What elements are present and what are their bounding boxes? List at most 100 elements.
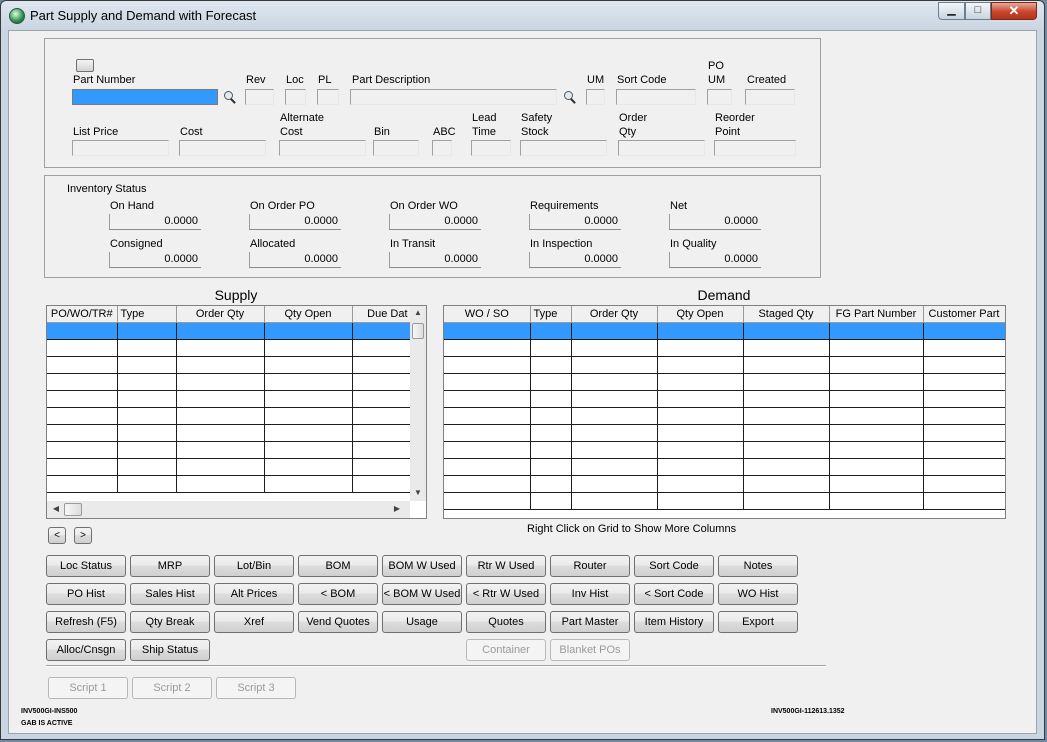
po-hist-button[interactable]: PO Hist bbox=[46, 583, 126, 605]
demand-grid-cell[interactable] bbox=[444, 441, 531, 459]
demand-grid-cell[interactable] bbox=[530, 492, 572, 510]
created-field[interactable] bbox=[745, 89, 795, 105]
supply-col-header[interactable]: Order Qty bbox=[176, 306, 265, 323]
supply-grid-row[interactable] bbox=[47, 390, 412, 408]
scroll-right-icon[interactable]: ▶ bbox=[392, 504, 402, 513]
demand-col-header[interactable]: Qty Open bbox=[657, 306, 744, 323]
demand-grid-cell[interactable] bbox=[657, 322, 744, 340]
po-um-field[interactable] bbox=[707, 89, 732, 105]
supply-horizontal-scrollbar[interactable]: ◀ ▶ bbox=[47, 501, 410, 518]
demand-grid-cell[interactable] bbox=[829, 492, 924, 510]
demand-grid-cell[interactable] bbox=[829, 356, 924, 374]
supply-grid-cell[interactable] bbox=[352, 322, 412, 340]
supply-grid-cell[interactable] bbox=[176, 390, 265, 408]
demand-grid-cell[interactable] bbox=[530, 322, 572, 340]
demand-grid-cell[interactable] bbox=[657, 356, 744, 374]
demand-grid-row[interactable] bbox=[444, 373, 1005, 391]
demand-col-header[interactable]: Order Qty bbox=[571, 306, 658, 323]
supply-grid-cell[interactable] bbox=[352, 390, 412, 408]
supply-grid-cell[interactable] bbox=[264, 441, 353, 459]
list-price-field[interactable] bbox=[72, 140, 169, 156]
bom-w-used-button[interactable]: < BOM W Used bbox=[382, 583, 462, 605]
supply-grid-cell[interactable] bbox=[117, 373, 177, 391]
demand-grid-cell[interactable] bbox=[571, 458, 658, 476]
demand-grid-cell[interactable] bbox=[657, 492, 744, 510]
supply-col-header[interactable]: PO/WO/TR# bbox=[47, 306, 118, 323]
demand-grid-row[interactable] bbox=[444, 390, 1005, 408]
supply-grid[interactable]: PO/WO/TR# Type Order Qty Qty Open Due Da… bbox=[46, 305, 427, 519]
demand-grid-cell[interactable] bbox=[657, 458, 744, 476]
demand-grid-cell[interactable] bbox=[829, 458, 924, 476]
pl-field[interactable] bbox=[317, 89, 339, 105]
supply-grid-cell[interactable] bbox=[117, 339, 177, 357]
supply-grid-cell[interactable] bbox=[264, 390, 353, 408]
minimize-button[interactable]: ▁ bbox=[938, 2, 965, 20]
supply-grid-row[interactable] bbox=[47, 322, 412, 340]
bin-field[interactable] bbox=[373, 140, 419, 156]
supply-grid-row[interactable] bbox=[47, 424, 412, 442]
demand-grid-cell[interactable] bbox=[530, 356, 572, 374]
demand-grid-cell[interactable] bbox=[444, 424, 531, 442]
router-button[interactable]: Router bbox=[550, 555, 630, 577]
demand-grid-cell[interactable] bbox=[571, 356, 658, 374]
demand-grid-cell[interactable] bbox=[444, 373, 531, 391]
sort-code-field[interactable] bbox=[616, 89, 696, 105]
supply-grid-cell[interactable] bbox=[176, 373, 265, 391]
demand-grid-cell[interactable] bbox=[743, 339, 830, 357]
supply-grid-cell[interactable] bbox=[117, 458, 177, 476]
demand-col-header[interactable]: FG Part Number bbox=[829, 306, 924, 323]
supply-grid-cell[interactable] bbox=[117, 441, 177, 459]
demand-grid-cell[interactable] bbox=[923, 373, 1005, 391]
supply-grid-cell[interactable] bbox=[352, 356, 412, 374]
notes-button[interactable]: Notes bbox=[718, 555, 798, 577]
export-button[interactable]: Export bbox=[718, 611, 798, 633]
scroll-up-icon[interactable]: ▲ bbox=[410, 308, 426, 317]
demand-grid-cell[interactable] bbox=[923, 475, 1005, 493]
part-number-search-icon[interactable] bbox=[224, 91, 236, 103]
demand-grid-cell[interactable] bbox=[571, 390, 658, 408]
demand-grid-cell[interactable] bbox=[743, 356, 830, 374]
usage-button[interactable]: Usage bbox=[382, 611, 462, 633]
demand-grid-cell[interactable] bbox=[530, 373, 572, 391]
sort-code-button[interactable]: < Sort Code bbox=[634, 583, 714, 605]
demand-grid-cell[interactable] bbox=[829, 441, 924, 459]
bom-w-used-button[interactable]: BOM W Used bbox=[382, 555, 462, 577]
demand-grid-row[interactable] bbox=[444, 424, 1005, 442]
demand-grid-cell[interactable] bbox=[743, 475, 830, 493]
demand-grid-row[interactable] bbox=[444, 492, 1005, 510]
demand-grid-cell[interactable] bbox=[743, 458, 830, 476]
supply-grid-cell[interactable] bbox=[264, 458, 353, 476]
supply-col-header[interactable]: Due Dat bbox=[352, 306, 412, 323]
alt-prices-button[interactable]: Alt Prices bbox=[214, 583, 294, 605]
supply-grid-row[interactable] bbox=[47, 407, 412, 425]
next-button[interactable]: > bbox=[74, 527, 92, 544]
demand-grid-cell[interactable] bbox=[923, 322, 1005, 340]
demand-grid-row[interactable] bbox=[444, 458, 1005, 476]
demand-grid-cell[interactable] bbox=[571, 492, 658, 510]
demand-grid-cell[interactable] bbox=[829, 322, 924, 340]
demand-grid-cell[interactable] bbox=[530, 407, 572, 425]
demand-grid-cell[interactable] bbox=[923, 356, 1005, 374]
supply-hscroll-thumb[interactable] bbox=[64, 503, 82, 516]
supply-grid-cell[interactable] bbox=[352, 475, 412, 493]
supply-grid-cell[interactable] bbox=[176, 322, 265, 340]
supply-grid-cell[interactable] bbox=[352, 339, 412, 357]
rtr-w-used-button[interactable]: < Rtr W Used bbox=[466, 583, 546, 605]
um-field[interactable] bbox=[586, 89, 605, 105]
supply-grid-cell[interactable] bbox=[264, 424, 353, 442]
supply-grid-row[interactable] bbox=[47, 475, 412, 493]
supply-grid-cell[interactable] bbox=[117, 356, 177, 374]
qty-break-button[interactable]: Qty Break bbox=[130, 611, 210, 633]
demand-grid-cell[interactable] bbox=[829, 390, 924, 408]
vend-quotes-button[interactable]: Vend Quotes bbox=[298, 611, 378, 633]
demand-grid-cell[interactable] bbox=[444, 492, 531, 510]
demand-grid-cell[interactable] bbox=[571, 373, 658, 391]
supply-grid-cell[interactable] bbox=[117, 475, 177, 493]
demand-grid-cell[interactable] bbox=[530, 424, 572, 442]
part-number-input[interactable] bbox=[72, 89, 218, 105]
demand-grid-cell[interactable] bbox=[657, 441, 744, 459]
demand-grid-cell[interactable] bbox=[444, 339, 531, 357]
supply-grid-cell[interactable] bbox=[352, 458, 412, 476]
scroll-down-icon[interactable]: ▼ bbox=[410, 488, 426, 497]
demand-grid-cell[interactable] bbox=[657, 390, 744, 408]
